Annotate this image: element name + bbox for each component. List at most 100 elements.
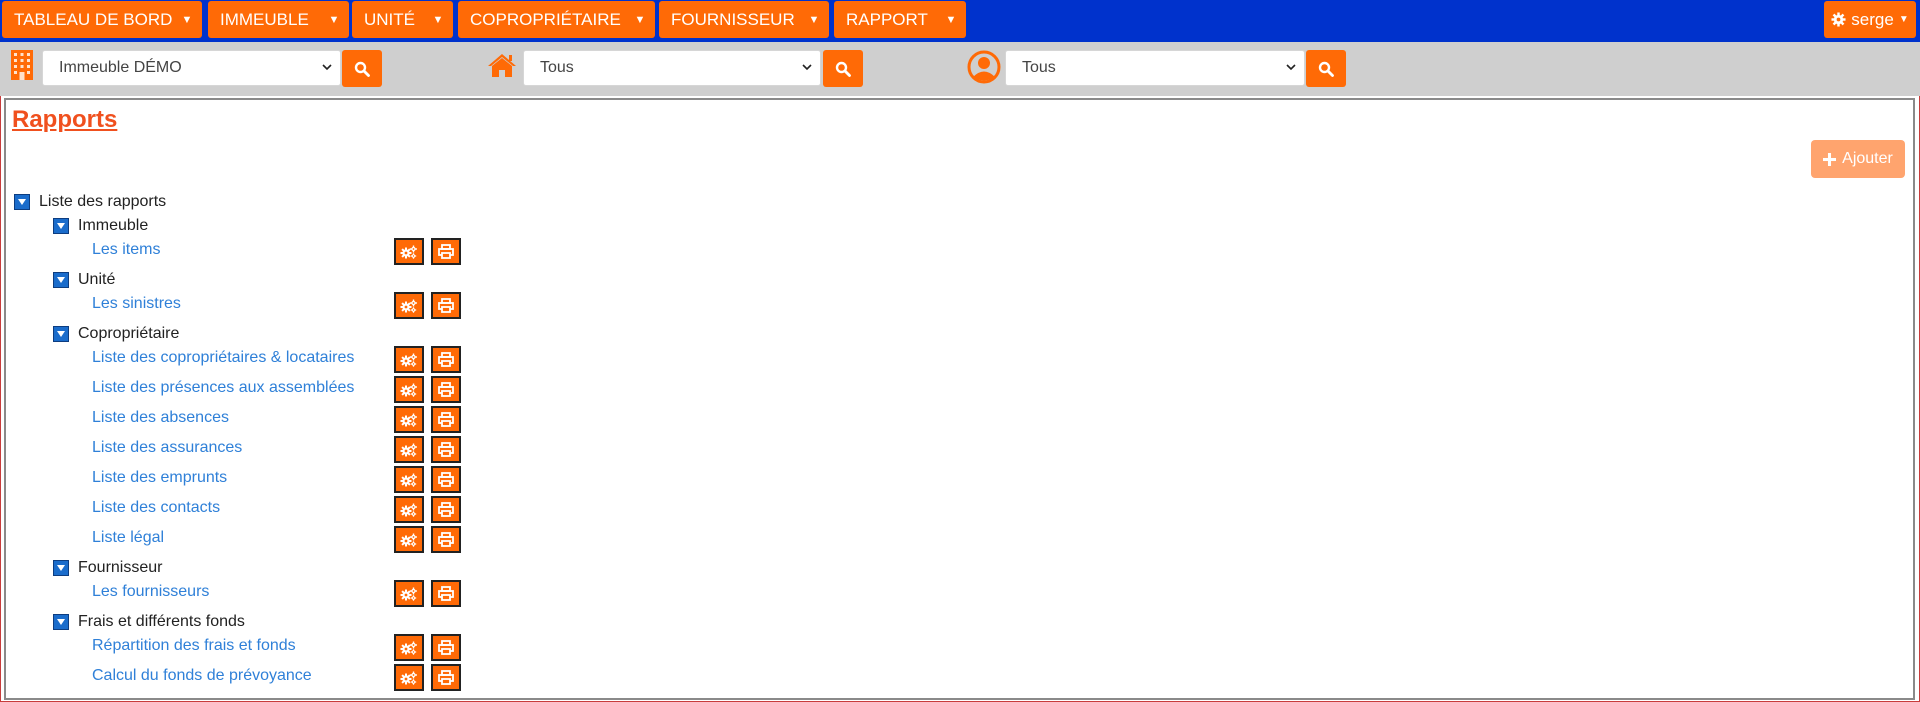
collapse-toggle-icon[interactable] [53, 560, 69, 576]
nav-label: TABLEAU DE BORD [14, 9, 173, 29]
owner-search-button[interactable] [1306, 50, 1346, 87]
nav-unite[interactable]: UNITÉ ▼ [352, 1, 453, 38]
search-icon [835, 61, 851, 77]
print-icon [438, 412, 454, 427]
gears-icon [400, 641, 418, 655]
chevron-down-icon[interactable]: ▼ [625, 1, 655, 38]
chevron-down-icon[interactable]: ▼ [319, 1, 349, 38]
collapse-toggle-icon[interactable] [14, 194, 30, 210]
collapse-toggle-icon[interactable] [53, 218, 69, 234]
report-settings-button[interactable] [394, 292, 424, 319]
report-link[interactable]: Répartition des frais et fonds [92, 637, 296, 655]
report-link[interactable]: Les sinistres [92, 295, 181, 313]
report-row: Liste des absences [92, 407, 229, 429]
report-row: Répartition des frais et fonds [92, 635, 296, 657]
report-print-button[interactable] [431, 292, 461, 319]
report-settings-button[interactable] [394, 634, 424, 661]
home-icon [488, 54, 516, 77]
report-row: Les items [92, 239, 160, 261]
collapse-toggle-icon[interactable] [53, 272, 69, 288]
report-print-button[interactable] [431, 436, 461, 463]
report-print-button[interactable] [431, 526, 461, 553]
chevron-down-icon: ▼ [1898, 14, 1909, 25]
chevron-down-icon[interactable]: ▼ [799, 1, 829, 38]
report-link[interactable]: Les fournisseurs [92, 583, 209, 601]
gears-icon [400, 671, 418, 685]
report-row: Liste des assurances [92, 437, 242, 459]
report-print-button[interactable] [431, 634, 461, 661]
report-settings-button[interactable] [394, 346, 424, 373]
report-link[interactable]: Liste légal [92, 529, 164, 547]
gear-icon [1831, 12, 1846, 27]
report-link[interactable]: Liste des contacts [92, 499, 220, 517]
user-menu-button[interactable]: serge ▼ [1824, 1, 1916, 38]
tree-group-label: Immeuble [78, 217, 149, 234]
nav-immeuble[interactable]: IMMEUBLE ▼ [208, 1, 349, 38]
report-row: Liste des contacts [92, 497, 220, 519]
report-settings-button[interactable] [394, 526, 424, 553]
report-link[interactable]: Les items [92, 241, 160, 259]
chevron-down-icon[interactable]: ▼ [172, 1, 202, 38]
report-print-button[interactable] [431, 664, 461, 691]
report-link[interactable]: Liste des présences aux assemblées [92, 379, 354, 397]
report-print-button[interactable] [431, 580, 461, 607]
report-link[interactable]: Liste des emprunts [92, 469, 227, 487]
print-icon [438, 244, 454, 259]
report-row: Liste des emprunts [92, 467, 227, 489]
tree-group: Unité [53, 269, 115, 291]
search-icon [354, 61, 370, 77]
report-print-button[interactable] [431, 238, 461, 265]
chevron-down-icon[interactable]: ▼ [423, 1, 453, 38]
report-print-button[interactable] [431, 406, 461, 433]
report-link[interactable]: Liste des assurances [92, 439, 242, 457]
report-settings-button[interactable] [394, 580, 424, 607]
gears-icon [400, 443, 418, 457]
report-settings-button[interactable] [394, 376, 424, 403]
unit-select[interactable]: Tous [523, 50, 821, 86]
report-link[interactable]: Calcul du fonds de prévoyance [92, 667, 312, 685]
plus-icon [1823, 152, 1837, 166]
tree-root-label: Liste des rapports [39, 193, 167, 210]
chevron-down-icon[interactable]: ▼ [936, 1, 966, 38]
print-icon [438, 640, 454, 655]
report-row: Liste légal [92, 527, 164, 549]
add-report-button[interactable]: Ajouter [1811, 140, 1905, 178]
reports-panel: Rapports Ajouter Liste des rapports Immeu… [4, 98, 1915, 700]
gears-icon [400, 353, 418, 367]
report-settings-button[interactable] [394, 466, 424, 493]
report-settings-button[interactable] [394, 238, 424, 265]
nav-fournisseur[interactable]: FOURNISSEUR ▼ [659, 1, 829, 38]
nav-coproprietaire[interactable]: COPROPRIÉTAIRE ▼ [458, 1, 655, 38]
report-link[interactable]: Liste des copropriétaires & locataires [92, 349, 354, 367]
nav-tableau-de-bord[interactable]: TABLEAU DE BORD ▼ [2, 1, 202, 38]
nav-label: FOURNISSEUR [671, 9, 795, 29]
nav-rapport[interactable]: RAPPORT ▼ [834, 1, 966, 38]
building-search-button[interactable] [342, 50, 382, 87]
print-icon [438, 382, 454, 397]
report-print-button[interactable] [431, 346, 461, 373]
owner-select[interactable]: Tous [1005, 50, 1305, 86]
print-icon [438, 586, 454, 601]
report-print-button[interactable] [431, 376, 461, 403]
tree-group: Copropriétaire [53, 323, 179, 345]
report-settings-button[interactable] [394, 664, 424, 691]
tree-group-label: Unité [78, 271, 116, 288]
report-settings-button[interactable] [394, 436, 424, 463]
building-select[interactable]: Immeuble DÉMO [42, 50, 341, 86]
print-icon [438, 352, 454, 367]
report-print-button[interactable] [431, 466, 461, 493]
search-icon [1318, 61, 1334, 77]
chevron-down-icon [322, 64, 332, 71]
collapse-toggle-icon[interactable] [53, 614, 69, 630]
report-link[interactable]: Liste des absences [92, 409, 229, 427]
report-settings-button[interactable] [394, 496, 424, 523]
gears-icon [400, 383, 418, 397]
gears-icon [400, 413, 418, 427]
report-print-button[interactable] [431, 496, 461, 523]
unit-select-value: Tous [540, 59, 574, 76]
page-title: Rapports [12, 106, 118, 133]
collapse-toggle-icon[interactable] [53, 326, 69, 342]
report-settings-button[interactable] [394, 406, 424, 433]
print-icon [438, 532, 454, 547]
unit-search-button[interactable] [823, 50, 863, 87]
